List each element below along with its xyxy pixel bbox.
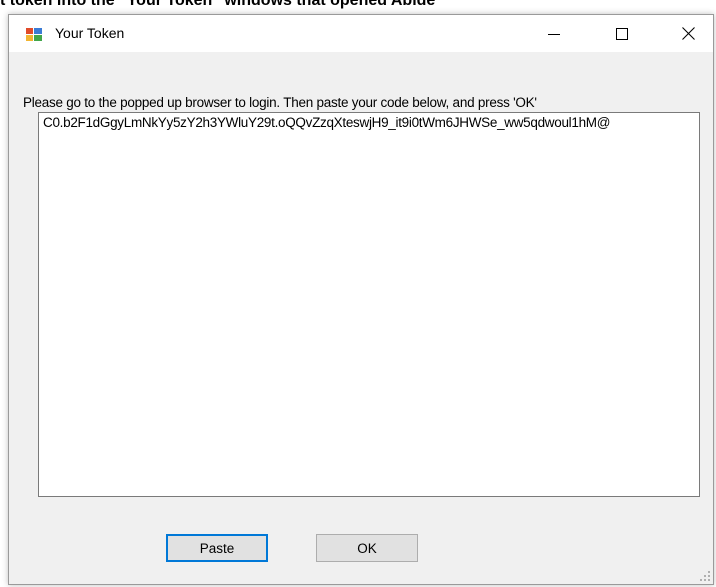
- ok-button-label: OK: [357, 540, 377, 556]
- app-icon: [26, 28, 42, 41]
- paste-button[interactable]: Paste: [166, 534, 268, 562]
- token-input[interactable]: [38, 112, 700, 497]
- window-title: Your Token: [55, 25, 125, 41]
- title-bar[interactable]: Your Token: [9, 15, 713, 52]
- ok-button[interactable]: OK: [316, 534, 418, 562]
- background-caption-text: t token into the "Your Token" windows th…: [0, 0, 436, 9]
- instruction-label: Please go to the popped up browser to lo…: [23, 95, 537, 110]
- minimize-icon: [547, 33, 560, 35]
- paste-button-label: Paste: [199, 540, 235, 556]
- resize-grip-icon[interactable]: [699, 570, 711, 582]
- maximize-button[interactable]: [599, 15, 644, 52]
- maximize-icon: [615, 27, 628, 40]
- your-token-dialog: Your Token Please go to the popped up br…: [8, 14, 714, 585]
- minimize-button[interactable]: [531, 15, 576, 52]
- close-button[interactable]: [666, 15, 711, 52]
- close-icon: [682, 27, 695, 40]
